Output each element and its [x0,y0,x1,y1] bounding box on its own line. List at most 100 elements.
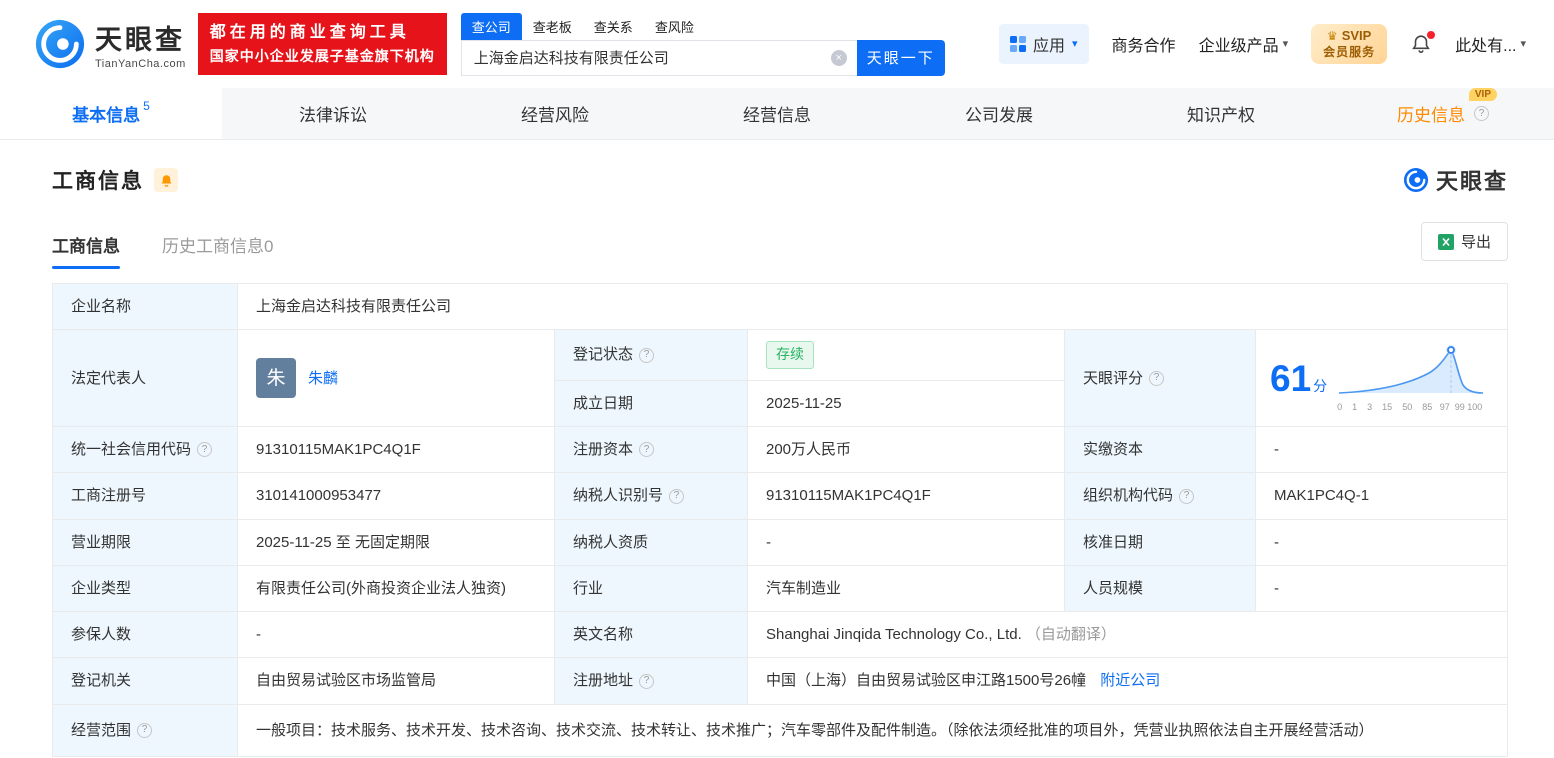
help-icon[interactable]: ? [669,488,685,504]
label-credit-code: 统一社会信用代码? [52,426,238,474]
search-tab-relation[interactable]: 查关系 [583,13,644,40]
tianyancha-company-page: 天眼查 TianYanCha.com 都在用的商业查询工具 国家中小企业发展子基… [0,0,1554,758]
subtab-business-info[interactable]: 工商信息 [52,232,120,269]
export-label: 导出 [1460,234,1491,251]
search-tab-risk[interactable]: 查风险 [644,13,705,40]
grid-icon [1010,35,1026,52]
tab-operation-info[interactable]: 经营信息 [666,88,888,139]
label-staff-size: 人员规模 [1064,564,1256,613]
tab-label: 历史信息 [1397,106,1465,125]
nav-enterprise[interactable]: 企业级产品 ▾ [1199,32,1289,56]
auto-translate-note: （自动翻译） [1025,626,1116,644]
label-paid-capital: 实缴资本 [1064,426,1256,474]
help-icon[interactable]: ? [1179,488,1195,504]
tab-count-badge: 5 [143,99,150,113]
help-icon[interactable]: ? [137,722,153,738]
status-badge: 存续 [766,341,814,369]
search-tab-company[interactable]: 查公司 [460,12,522,40]
nav-cooperation[interactable]: 商务合作 [1112,32,1176,56]
value-industry: 汽车制造业 [747,564,1065,613]
label-registered-address: 注册地址? [554,657,748,705]
logo-domain: TianYanCha.com [95,58,186,70]
promo-line1: 都在用的商业查询工具 [209,23,410,41]
table-row: 登记机关 自由贸易试验区市场监管局 注册地址? 中国（上海）自由贸易试验区申江路… [52,657,1508,705]
label-registration-status: 登记状态? [554,329,748,381]
search-button[interactable]: 天眼一下 [856,39,945,76]
table-row: 营业期限 2025-11-25 至 无固定期限 纳税人资质 - 核准日期 - [52,518,1508,566]
value-registered-capital: 200万人民币 [747,426,1065,474]
value-registration-authority: 自由贸易试验区市场监管局 [237,657,555,705]
table-row: 企业类型 有限责任公司(外商投资企业法人独资) 行业 汽车制造业 人员规模 - [52,564,1508,613]
help-icon[interactable]: ? [639,673,655,689]
svip-badge[interactable]: ♛ SVIP 会员服务 [1311,23,1388,65]
tab-label: 基本信息 [72,106,141,125]
search-input[interactable] [460,39,857,76]
excel-icon [1437,233,1454,250]
search-area: 查公司 查老板 查关系 查风险 × 天眼一下 [460,12,945,76]
label-company-type: 企业类型 [52,564,238,613]
legal-rep-avatar[interactable]: 朱 [256,358,296,399]
help-icon[interactable]: ? [1474,106,1489,121]
tab-operation-risk[interactable]: 经营风险 [444,88,666,139]
table-row: 参保人数 - 英文名称 Shanghai Jinqida Technology … [52,611,1508,659]
value-company-name: 上海金启达科技有限责任公司 [237,282,1508,331]
promo-banner[interactable]: 都在用的商业查询工具 国家中小企业发展子基金旗下机构 [197,12,447,76]
tab-basic-info[interactable]: 基本信息 5 [0,88,222,139]
value-business-scope: 一般项目：技术服务、技术开发、技术咨询、技术交流、技术转让、技术推广；汽车零部件… [237,703,1508,758]
help-icon[interactable]: ? [639,442,655,458]
label-insured-count: 参保人数 [52,611,238,659]
company-section-tabs: 基本信息 5 法律诉讼 经营风险 经营信息 公司发展 知识产权 历史信息 VIP… [0,88,1554,140]
label-registration-number: 工商注册号 [52,472,238,520]
site-logo[interactable]: 天眼查 TianYanCha.com [34,18,186,70]
table-row: 企业名称 上海金启达科技有限责任公司 [52,282,1508,331]
business-info-table: 企业名称 上海金启达科技有限责任公司 法定代表人 朱 朱麟 登记状态? 存续 天… [52,282,1508,758]
apps-menu[interactable]: 应用 ▾ [999,23,1089,64]
help-icon[interactable]: ? [197,442,213,458]
notification-dot [1427,30,1436,39]
nearby-companies-link[interactable]: 附近公司 [1100,672,1160,689]
label-approval-date: 核准日期 [1064,518,1256,566]
search-tab-boss[interactable]: 查老板 [522,13,583,40]
apps-label: 应用 [1033,37,1066,55]
tab-label: 知识产权 [1187,106,1255,125]
site-header: 天眼查 TianYanCha.com 都在用的商业查询工具 国家中小企业发展子基… [0,0,1554,88]
value-org-code: MAK1PC4Q-1 [1255,472,1508,520]
label-taxpayer-qualification: 纳税人资质 [554,518,748,566]
help-icon[interactable]: ? [1149,370,1165,386]
table-row: 工商注册号 310141000953477 纳税人识别号? 91310115MA… [52,472,1508,520]
export-button[interactable]: 导出 [1420,222,1508,261]
subtab-history-business-info[interactable]: 历史工商信息0 [162,232,273,269]
tab-legal-litigation[interactable]: 法律诉讼 [222,88,444,139]
label-company-name: 企业名称 [52,282,238,331]
notification-bell-icon[interactable] [1410,30,1436,55]
brand-watermark: 天眼查 [1403,164,1508,196]
value-paid-capital: - [1255,426,1508,474]
value-credit-code: 91310115MAK1PC4Q1F [237,426,555,474]
help-icon[interactable]: ? [639,347,655,363]
tab-intellectual-property[interactable]: 知识产权 [1110,88,1332,139]
clear-icon[interactable]: × [830,49,847,66]
value-company-type: 有限责任公司(外商投资企业法人独资) [237,564,555,613]
label-registered-capital: 注册资本? [554,426,748,474]
chevron-down-icon: ▾ [1520,38,1526,51]
score-distribution-chart [1339,344,1484,394]
more-label: 此处有... [1455,37,1517,55]
label-english-name: 英文名称 [554,611,748,659]
nav-more[interactable]: 此处有... ▾ [1455,32,1526,56]
logo-title: 天眼查 [95,25,185,55]
value-english-name: Shanghai Jinqida Technology Co., Ltd. （自… [747,611,1508,659]
subscribe-bell-icon[interactable] [154,168,178,192]
label-registration-authority: 登记机关 [52,657,238,705]
score-unit: 分 [1313,377,1328,394]
value-legal-representative: 朱 朱麟 [237,329,555,428]
tianyancha-logo-icon [1403,167,1429,193]
bell-icon [161,174,171,187]
tab-company-development[interactable]: 公司发展 [888,88,1110,139]
value-taxpayer-qualification: - [747,518,1065,566]
tab-history-info[interactable]: 历史信息 VIP ? [1332,88,1554,139]
crown-icon: ♛ [1326,29,1338,44]
table-row: 法定代表人 朱 朱麟 登记状态? 存续 天眼评分? 61 分 0 1 3 15 … [52,329,1508,428]
legal-rep-link[interactable]: 朱麟 [308,367,338,390]
tab-label: 法律诉讼 [299,106,367,125]
tab-label: 经营风险 [521,106,589,125]
